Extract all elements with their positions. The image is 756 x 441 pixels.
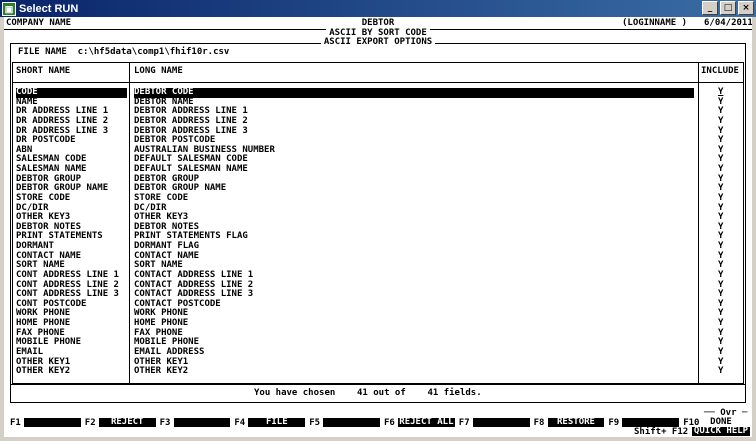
table-row[interactable]: HOME PHONE HOME PHONE Y xyxy=(4,318,752,329)
file-name-row: FILE NAME c:\hf5data\comp1\fhif10r.csv xyxy=(18,47,230,58)
maximize-icon[interactable]: □ xyxy=(720,1,736,15)
function-key-f9-button[interactable] xyxy=(622,418,680,427)
table-row[interactable]: WORK PHONE WORK PHONE Y xyxy=(4,309,752,319)
function-key-f6-button[interactable]: REJECT ALL xyxy=(398,418,455,427)
table-row[interactable]: SALESMAN NAME DEFAULT SALESMAN NAME Y xyxy=(4,164,752,175)
table-row[interactable]: MOBILE PHONE MOBILE PHONE Y xyxy=(4,338,752,348)
table-row[interactable]: DR POSTCODE DEBTOR POSTCODE Y xyxy=(4,136,752,146)
function-key-f8-label: F8 xyxy=(533,418,545,428)
table-row[interactable]: CONT POSTCODE CONTACT POSTCODE Y xyxy=(4,299,752,310)
table-row[interactable]: OTHER KEY2 OTHER KEY2 Y xyxy=(4,367,752,377)
function-key-f4-button[interactable]: FILE xyxy=(248,418,306,427)
total-count: 41 xyxy=(427,388,439,398)
summary-divider xyxy=(10,384,746,385)
function-key-f9-label: F9 xyxy=(608,418,620,428)
minimize-icon[interactable]: _ xyxy=(702,1,718,15)
include-toggle[interactable]: Y xyxy=(718,367,723,377)
short-name-cell: OTHER KEY2 xyxy=(16,366,71,377)
column-header-long-name: LONG NAME xyxy=(134,66,183,76)
function-key-f5-button[interactable] xyxy=(323,418,380,427)
function-key-f6-label: F6 xyxy=(384,418,395,428)
selection-summary: You have chosen 41 out of 41 fields. xyxy=(254,388,482,398)
table-row[interactable]: NAME DEBTOR NAME Y xyxy=(4,97,752,108)
function-key-bar: F1 F2 REJECT F3 F4 FILE F5 F6 REJECT ALL F7 F8 REST… xyxy=(4,415,752,437)
table-row[interactable]: CONT ADDRESS LINE 3 CONTACT ADDRESS LINE … xyxy=(4,290,752,300)
function-key-f2-label: F2 xyxy=(84,418,96,428)
function-key-f1-button[interactable] xyxy=(24,418,81,427)
file-name-field[interactable]: c:\hf5data\comp1\fhif10r.csv xyxy=(78,47,230,57)
quick-help-button[interactable]: QUICK HELP xyxy=(692,427,750,436)
function-key-f4-label: F4 xyxy=(234,418,246,428)
table-row[interactable]: CODE DEBTOR CODE Y xyxy=(4,87,752,98)
column-header-short-name: SHORT NAME xyxy=(16,66,71,76)
function-key-f3-label: F3 xyxy=(159,418,171,428)
table-row[interactable]: PRINT STATEMENTS PRINT STATEMENTS FLAG Y xyxy=(4,232,752,242)
table-row[interactable]: EMAIL EMAIL ADDRESS Y xyxy=(4,347,752,358)
table-row[interactable]: DEBTOR NOTES DEBTOR NOTES Y xyxy=(4,222,752,233)
shift-f12-label: Shift+ F12 xyxy=(634,427,689,437)
table-row[interactable]: CONTACT NAME CONTACT NAME Y xyxy=(4,251,752,262)
table-row[interactable]: DEBTOR GROUP NAME DEBTOR GROUP NAME Y xyxy=(4,184,752,194)
login-name: (LOGINNAME ) xyxy=(622,18,688,28)
long-name-cell: OTHER KEY2 xyxy=(134,366,189,377)
column-header-include: INCLUDE xyxy=(701,66,739,76)
table-row[interactable]: OTHER KEY1 OTHER KEY1 Y xyxy=(4,357,752,368)
table-row[interactable]: SALESMAN CODE DEFAULT SALESMAN CODE Y xyxy=(4,155,752,165)
table-row[interactable]: FAX PHONE FAX PHONE Y xyxy=(4,328,752,339)
chosen-count: 41 xyxy=(356,388,368,398)
table-row[interactable]: DR ADDRESS LINE 2 DEBTOR ADDRESS LINE 2Y xyxy=(4,116,752,127)
table-row[interactable]: DORMANT DORMANT FLAG Y xyxy=(4,241,752,252)
current-date: 6/04/2011 xyxy=(704,18,752,28)
close-icon[interactable]: × xyxy=(738,1,754,15)
table-header-divider xyxy=(12,82,744,83)
window-title: Select RUN xyxy=(19,2,79,15)
table-row[interactable]: DR ADDRESS LINE 1 DEBTOR ADDRESS LINE 1Y xyxy=(4,107,752,117)
table-row[interactable]: ABN AUSTRALIAN BUSINESS NUMBER Y xyxy=(4,145,752,156)
function-key-f2-button[interactable]: REJECT xyxy=(98,418,156,427)
table-row[interactable]: DEBTOR GROUP DEBTOR GROUP Y xyxy=(4,174,752,185)
window-controls: _ □ × xyxy=(702,1,754,15)
function-key-f1-label: F1 xyxy=(10,418,21,428)
file-name-label: FILE NAME xyxy=(18,47,67,57)
function-key-f5-label: F5 xyxy=(309,418,321,428)
window-titlebar[interactable]: ▣ Select RUN _ □ × xyxy=(0,0,756,17)
table-row[interactable]: OTHER KEY3 OTHER KEY3 Y xyxy=(4,213,752,223)
function-key-f3-button[interactable] xyxy=(173,418,231,427)
function-key-f8-button[interactable]: RESTORE xyxy=(547,418,605,427)
function-key-f7-label: F7 xyxy=(458,418,470,428)
function-key-f7-button[interactable] xyxy=(472,418,530,427)
long-name-cell: DEBTOR CODE xyxy=(134,87,694,98)
field-list: CODE DEBTOR CODE Y NAME DEBTOR NAME Y DR ADDRE… xyxy=(4,87,752,377)
table-row[interactable]: DR ADDRESS LINE 3 DEBTOR ADDRESS LINE 3Y xyxy=(4,126,752,137)
app-icon: ▣ xyxy=(2,1,16,16)
table-row[interactable]: DC/DIR DC/DIR Y xyxy=(4,203,752,214)
table-row[interactable]: STORE CODE STORE CODE Y xyxy=(4,193,752,204)
terminal-screen[interactable]: COMPANY NAME DEBTOR (LOGINNAME ) 6/04/20… xyxy=(4,17,752,437)
